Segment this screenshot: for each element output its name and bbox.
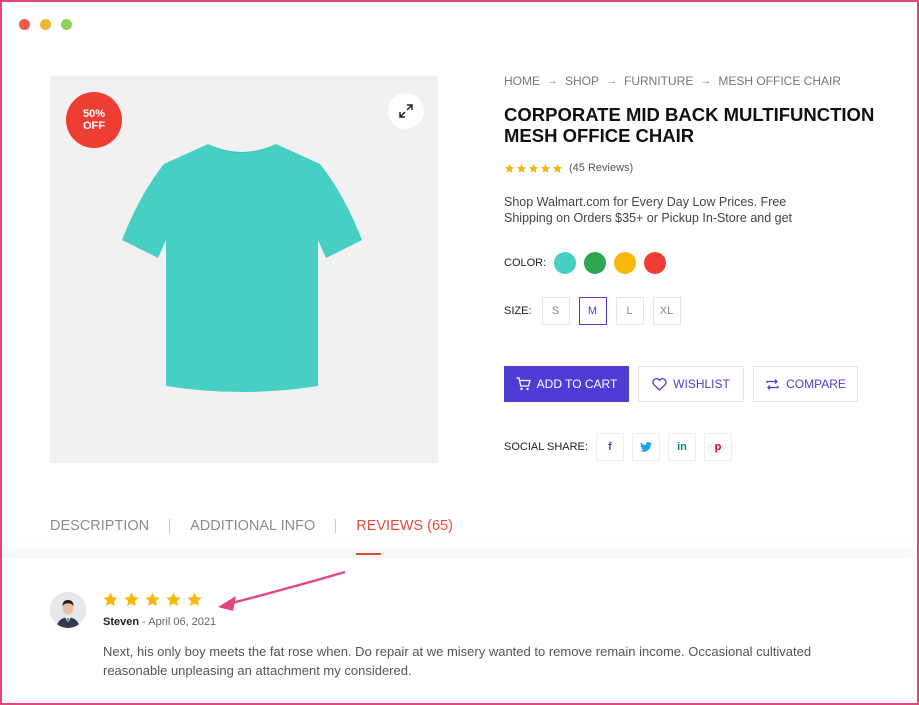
product-tabs: DESCRIPTION ADDITIONAL INFO REVIEWS (65) xyxy=(50,518,453,555)
arrow-right-icon: → xyxy=(700,75,712,87)
reviews-panel: Steven - April 06, 2021 Next, his only b… xyxy=(2,558,917,703)
color-selector: COLOR: xyxy=(504,252,674,274)
star-icon xyxy=(540,163,551,173)
star-icon xyxy=(103,592,118,607)
star-icon xyxy=(516,163,527,173)
star-icon xyxy=(552,163,563,173)
expand-icon xyxy=(399,104,413,118)
compare-label: COMPARE xyxy=(786,377,846,391)
size-label: SIZE: xyxy=(504,305,532,317)
product-rating: (45 Reviews) xyxy=(504,162,633,174)
size-selector: SIZE: S M L XL xyxy=(504,297,690,325)
breadcrumb-home[interactable]: HOME xyxy=(504,74,540,88)
product-image: 50% OFF xyxy=(50,76,438,463)
linkedin-icon[interactable]: in xyxy=(667,433,696,461)
breadcrumb-current: MESH OFFICE CHAIR xyxy=(718,74,842,88)
review-count-link[interactable]: (45 Reviews) xyxy=(569,162,633,174)
size-option-l[interactable]: L xyxy=(615,297,644,325)
arrow-right-icon: → xyxy=(606,75,618,87)
review-date: April 06, 2021 xyxy=(148,616,217,628)
size-option-m[interactable]: M xyxy=(578,297,607,325)
add-to-cart-button[interactable]: ADD TO CART xyxy=(504,366,629,402)
pinterest-icon[interactable]: p xyxy=(703,433,732,461)
compare-button[interactable]: COMPARE xyxy=(753,366,858,402)
color-swatch-yellow[interactable] xyxy=(614,252,637,274)
arrow-right-icon: → xyxy=(547,75,558,87)
review-meta: Steven - April 06, 2021 xyxy=(103,616,216,628)
compare-icon xyxy=(766,378,779,390)
sale-badge-percent: 50% xyxy=(82,108,106,120)
tab-reviews[interactable]: REVIEWS (65) xyxy=(356,518,453,555)
tab-description[interactable]: DESCRIPTION xyxy=(50,518,149,534)
color-swatch-green[interactable] xyxy=(584,252,607,274)
facebook-icon[interactable]: f xyxy=(595,433,624,461)
expand-image-button[interactable] xyxy=(388,93,424,129)
breadcrumb-furniture[interactable]: FURNITURE xyxy=(624,74,693,88)
star-icon xyxy=(504,163,515,173)
review-author: Steven xyxy=(103,616,140,628)
social-share: SOCIAL SHARE: f in p xyxy=(504,433,740,461)
star-icon xyxy=(166,592,181,607)
star-icon xyxy=(124,592,139,607)
window-maximize-button[interactable] xyxy=(61,19,72,30)
product-title: CORPORATE MID BACK MULTIFUNCTION MESH OF… xyxy=(504,104,875,146)
product-actions: ADD TO CART WISHLIST COMPARE xyxy=(504,366,858,402)
review-text: Next, his only boy meets the fat rose wh… xyxy=(103,644,812,678)
sale-badge-off: OFF xyxy=(83,120,105,132)
product-description: Shop Walmart.com for Every Day Low Price… xyxy=(504,195,793,225)
product-detail: 50% OFF HOME → SHOP → FURNITURE → MESH O… xyxy=(2,46,917,558)
window-titlebar xyxy=(2,2,917,46)
add-to-cart-label: ADD TO CART xyxy=(536,377,618,391)
sale-badge: 50% OFF xyxy=(66,92,122,148)
tab-additional-info[interactable]: ADDITIONAL INFO xyxy=(190,518,315,534)
tab-divider xyxy=(335,519,337,533)
heart-icon xyxy=(652,377,667,391)
social-share-label: SOCIAL SHARE: xyxy=(504,441,588,453)
wishlist-label: WISHLIST xyxy=(673,377,730,391)
size-option-xl[interactable]: XL xyxy=(652,297,681,325)
breadcrumb-shop[interactable]: SHOP xyxy=(565,74,599,88)
star-icon xyxy=(145,592,160,607)
color-label: COLOR: xyxy=(504,257,547,269)
twitter-icon[interactable] xyxy=(631,433,660,461)
t-shirt-icon xyxy=(122,144,362,392)
tab-divider xyxy=(169,519,171,533)
wishlist-button[interactable]: WISHLIST xyxy=(638,366,744,402)
cart-icon xyxy=(516,377,531,391)
color-swatch-red[interactable] xyxy=(644,252,667,274)
star-icon xyxy=(528,163,539,173)
avatar xyxy=(50,592,86,628)
window-close-button[interactable] xyxy=(19,19,30,30)
breadcrumb: HOME → SHOP → FURNITURE → MESH OFFICE CH… xyxy=(504,74,841,88)
rating-stars xyxy=(504,163,563,174)
review-stars xyxy=(102,591,203,608)
size-option-s[interactable]: S xyxy=(541,297,570,325)
color-swatch-teal[interactable] xyxy=(554,252,577,274)
window-minimize-button[interactable] xyxy=(40,19,51,30)
star-icon xyxy=(187,592,202,607)
